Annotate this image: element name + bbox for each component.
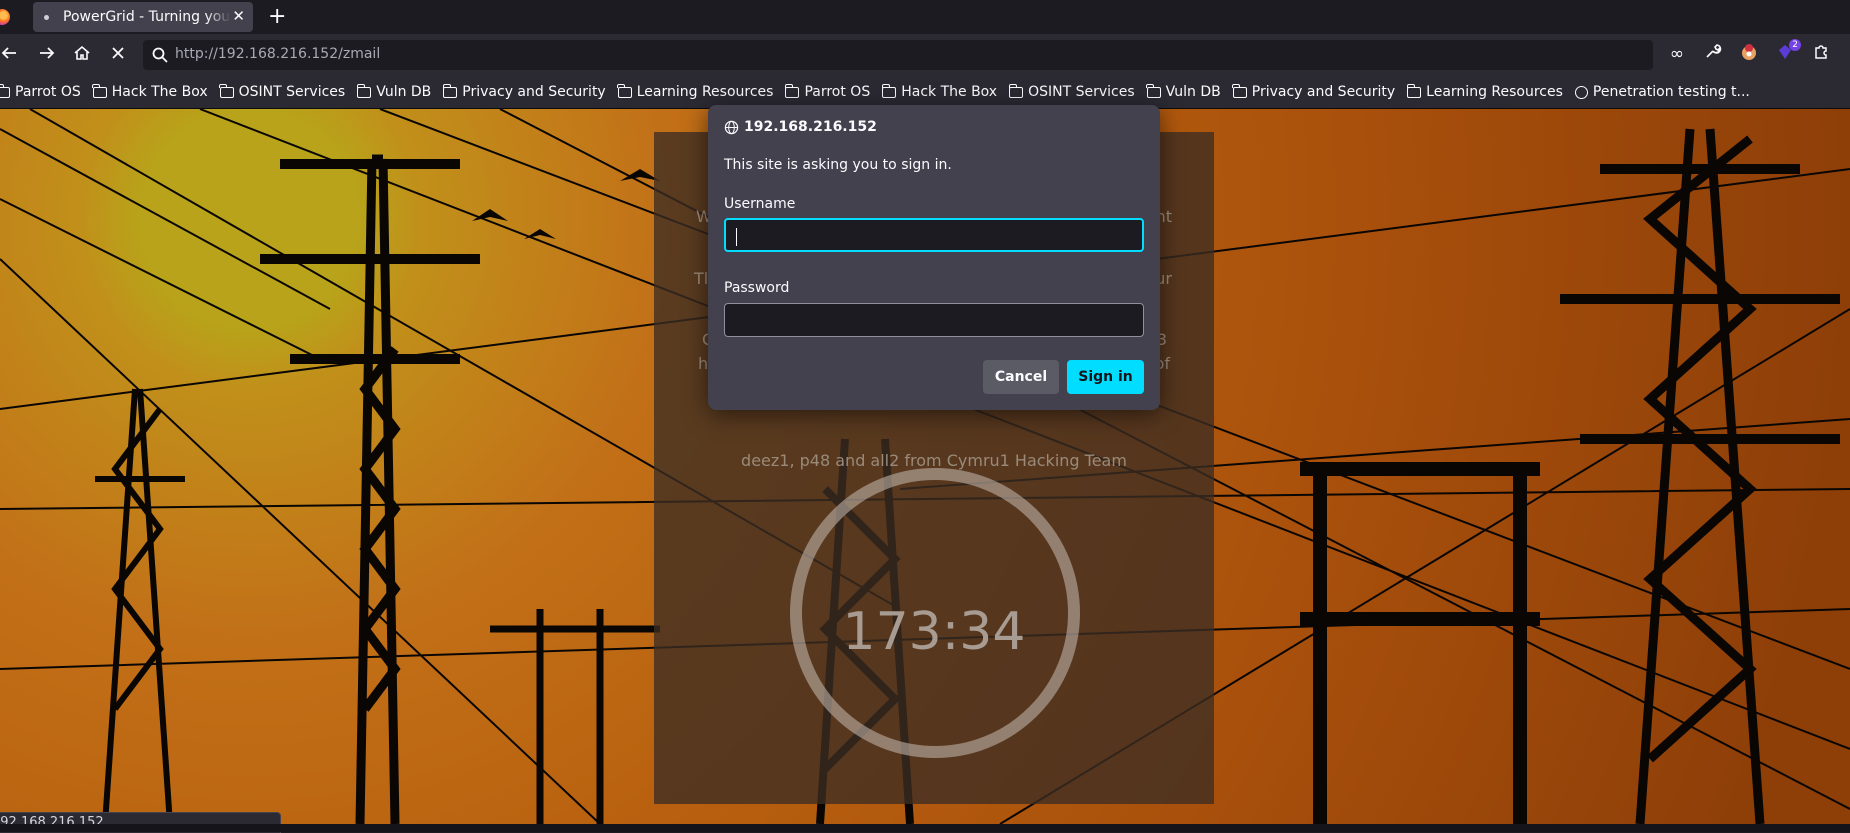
bookmark-item[interactable]: Parrot OS [0, 83, 81, 100]
search-icon [152, 47, 168, 63]
bookmark-item[interactable]: Learning Resources [1406, 83, 1563, 100]
bookmark-label: OSINT Services [238, 84, 346, 100]
bookmark-label: Parrot OS [15, 84, 81, 100]
bookmark-item[interactable]: Privacy and Security [442, 83, 606, 100]
home-button[interactable] [71, 44, 93, 66]
url-text[interactable]: http://192.168.216.152/zmail [175, 46, 380, 62]
profile-extension-button[interactable] [1737, 42, 1761, 66]
wrench-icon [1706, 44, 1722, 58]
bookmark-item[interactable]: Learning Resources [617, 83, 774, 100]
cancel-button[interactable]: Cancel [983, 360, 1059, 394]
text-caret [736, 228, 737, 246]
back-button[interactable] [0, 44, 20, 66]
username-label: Username [724, 196, 796, 212]
bookmark-label: Vuln DB [1165, 84, 1221, 100]
extension-button[interactable]: 2 [1773, 39, 1801, 66]
bookmark-item[interactable]: Penetration testing t... [1574, 84, 1750, 100]
bookmark-item[interactable]: OSINT Services [1008, 83, 1135, 100]
dialog-message: This site is asking you to sign in. [724, 157, 952, 173]
folder-icon [1232, 83, 1247, 98]
folder-icon [442, 83, 458, 98]
tab-powergrid[interactable]: PowerGrid - Turning your l ✕ [33, 2, 253, 32]
folder-icon [219, 83, 234, 98]
browser-logo-icon[interactable] [0, 9, 10, 25]
intro-line-4-left: h [698, 354, 709, 373]
url-path: /zmail [338, 46, 381, 62]
bookmark-item[interactable]: Vuln DB [1146, 83, 1221, 100]
bookmark-item[interactable]: Hack The Box [92, 83, 208, 100]
username-input[interactable] [724, 218, 1144, 252]
extensions-menu-button[interactable] [1809, 42, 1833, 66]
close-icon [112, 47, 124, 59]
sign-in-dialog: 192.168.216.152 This site is asking you … [708, 105, 1160, 410]
forward-button[interactable] [36, 44, 58, 66]
password-input[interactable] [724, 303, 1144, 337]
home-icon [74, 45, 90, 60]
globe-icon [724, 120, 739, 134]
bookmark-label: Penetration testing t... [1592, 84, 1750, 100]
bookmark-label: OSINT Services [1028, 84, 1135, 100]
bookmark-label: Hack The Box [111, 84, 208, 100]
tools-button[interactable] [1701, 42, 1725, 66]
tab-favicon-icon [44, 14, 49, 20]
back-arrow-icon [1, 47, 16, 59]
new-tab-button[interactable]: + [268, 4, 286, 29]
bookmark-label: Parrot OS [804, 84, 871, 100]
folder-icon [92, 83, 107, 98]
bookmark-label: Privacy and Security [462, 84, 606, 100]
address-bar[interactable]: http://192.168.216.152/zmail [143, 40, 1653, 70]
bookmark-label: Privacy and Security [1251, 84, 1396, 100]
dialog-host-text: 192.168.216.152 [744, 119, 877, 135]
folder-icon [881, 83, 897, 98]
folder-icon [1406, 83, 1422, 98]
folder-icon [784, 83, 800, 98]
bookmark-item[interactable]: Privacy and Security [1232, 83, 1396, 100]
tab-close-icon[interactable]: ✕ [232, 7, 245, 25]
stop-loading-button[interactable] [107, 44, 129, 66]
dialog-host: 192.168.216.152 [724, 119, 877, 135]
bookmark-item[interactable]: Parrot OS [784, 83, 871, 100]
puzzle-icon [1815, 45, 1827, 59]
forward-arrow-icon [40, 47, 55, 59]
bookmark-label: Learning Resources [1426, 84, 1563, 100]
infinity-icon: ∞ [1669, 44, 1685, 64]
password-label: Password [724, 280, 790, 296]
folder-icon [617, 83, 632, 98]
infinity-extension-button[interactable]: ∞ [1665, 42, 1689, 66]
bookmark-item[interactable]: Vuln DB [356, 83, 432, 100]
intro-line-2-left: Tl [694, 269, 709, 288]
countdown-ring [790, 468, 1080, 758]
fox-extension-icon [1742, 44, 1756, 60]
tab-strip: PowerGrid - Turning your l ✕ + [0, 0, 1850, 34]
bookmark-label: Vuln DB [376, 84, 432, 100]
folder-icon [356, 83, 372, 98]
bookmark-label: Hack The Box [901, 84, 998, 100]
url-host: http://192.168.216.152 [175, 46, 339, 62]
navigation-bar: http://192.168.216.152/zmail ∞ 2 [0, 34, 1850, 76]
bookmark-item[interactable]: OSINT Services [219, 83, 346, 100]
extension-badge: 2 [1789, 39, 1801, 51]
tab-title: PowerGrid - Turning your l [63, 9, 231, 25]
bookmark-label: Learning Resources [636, 84, 774, 100]
bookmark-item[interactable]: Hack The Box [881, 83, 998, 100]
folder-icon [0, 83, 10, 98]
sign-in-button[interactable]: Sign in [1067, 360, 1144, 394]
folder-icon [1008, 83, 1024, 98]
globe-icon [1574, 85, 1588, 99]
window-bottom-edge [0, 824, 1850, 832]
folder-icon [1146, 83, 1161, 98]
